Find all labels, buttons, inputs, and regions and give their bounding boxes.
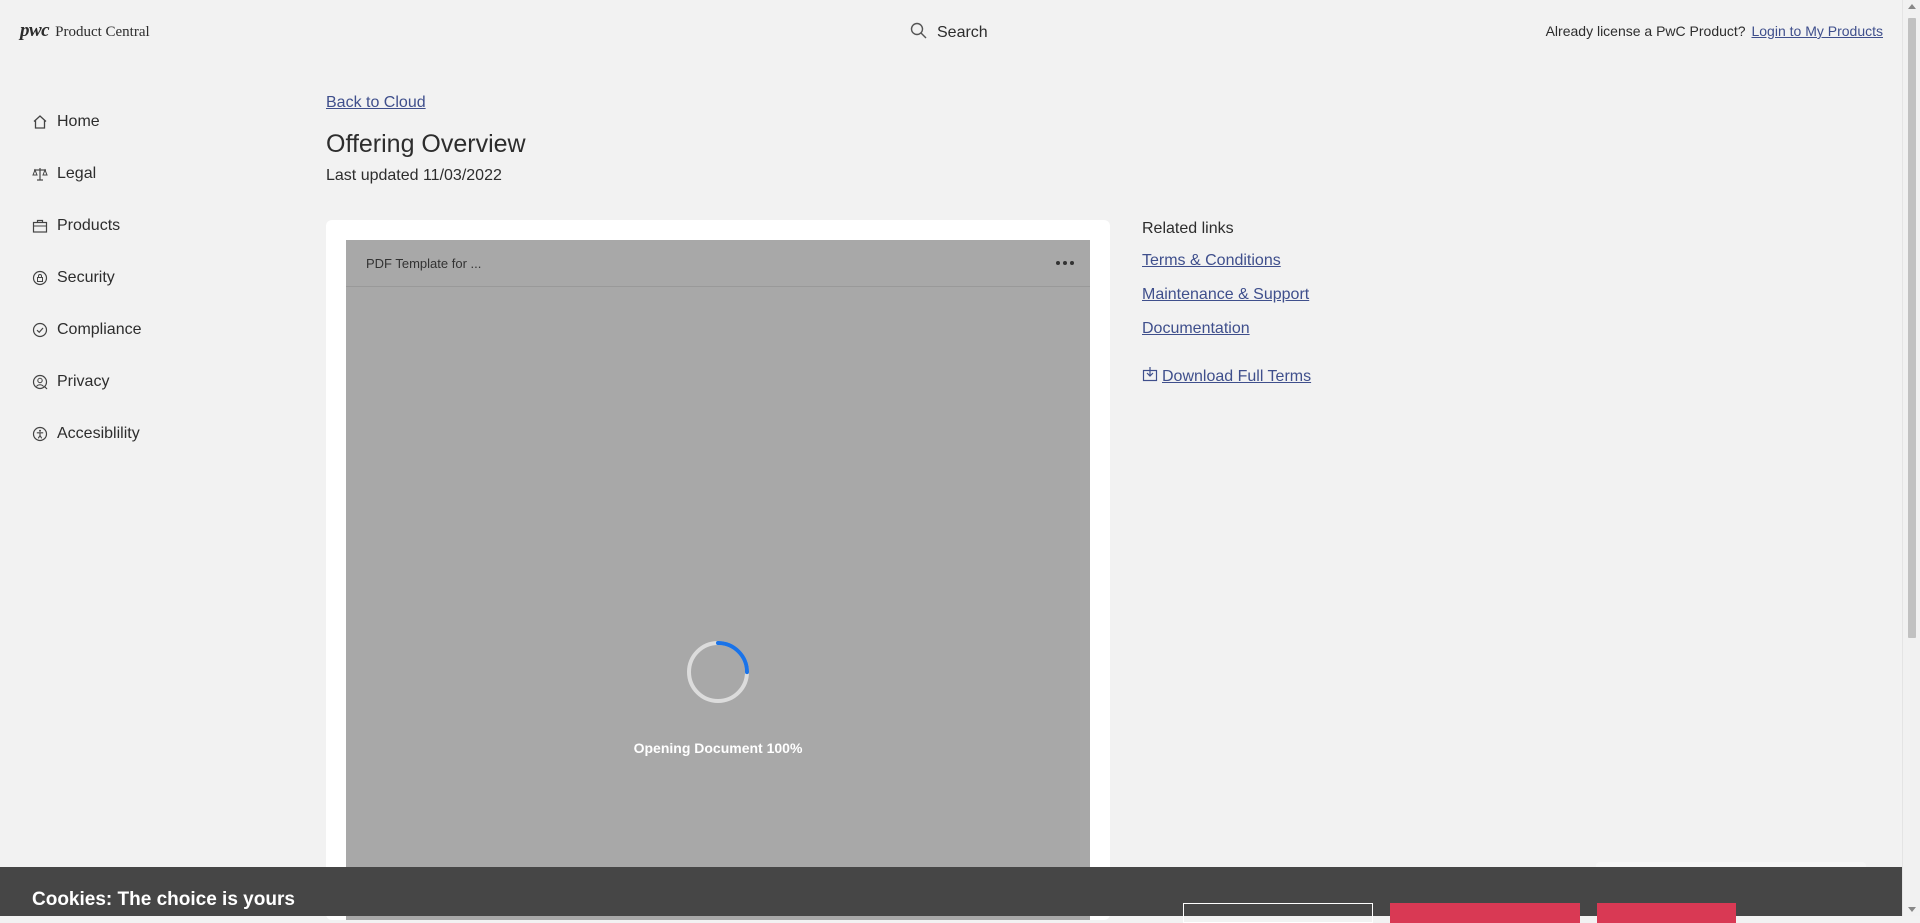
cookie-accept-button[interactable] — [1597, 903, 1736, 923]
download-icon — [1142, 366, 1158, 387]
logo-mark: pwc — [20, 20, 50, 41]
sidebar-item-label: Privacy — [57, 373, 110, 390]
sidebar-nav: Home Legal Products Security Compliance … — [0, 96, 300, 460]
page-title: Offering Overview — [326, 130, 526, 158]
documentation-link[interactable]: Documentation — [1142, 320, 1311, 338]
related-links: Related links Terms & Conditions Mainten… — [1142, 220, 1311, 387]
related-links-title: Related links — [1142, 220, 1234, 237]
accessibility-icon — [31, 426, 48, 443]
scrollbar-thumb[interactable] — [1908, 18, 1916, 638]
download-full-terms-link[interactable]: Download Full Terms — [1162, 368, 1311, 386]
sidebar-item-label: Home — [57, 113, 100, 130]
sidebar-item-legal[interactable]: Legal — [0, 148, 300, 200]
sidebar-item-label: Legal — [57, 165, 97, 182]
search-box[interactable]: Search — [910, 22, 988, 44]
briefcase-icon — [31, 218, 48, 235]
search-icon — [910, 22, 927, 44]
more-options-icon[interactable] — [1056, 261, 1074, 265]
lock-icon — [31, 270, 48, 287]
sidebar-item-label: Security — [57, 269, 115, 286]
scroll-up-arrow-icon[interactable] — [1908, 4, 1916, 9]
back-to-cloud-link[interactable]: Back to Cloud — [326, 94, 426, 112]
loading-status: Opening Document 100% — [633, 740, 803, 756]
cookie-reject-button[interactable] — [1390, 903, 1580, 923]
check-circle-icon — [31, 322, 48, 339]
terms-conditions-link[interactable]: Terms & Conditions — [1142, 252, 1311, 270]
pwc-logo[interactable]: pwc Product Central — [20, 20, 150, 42]
sidebar-item-label: Compliance — [57, 321, 142, 338]
sidebar-item-label: Accesiblility — [57, 425, 140, 442]
search-label: Search — [937, 24, 988, 41]
cookie-banner: Cookies: The choice is yours — [0, 867, 1902, 923]
viewer-toolbar: PDF Template for ... — [346, 240, 1090, 287]
last-updated: Last updated 11/03/2022 — [326, 167, 502, 184]
document-title: PDF Template for ... — [366, 255, 482, 271]
sidebar-item-accessibility[interactable]: Accesiblility — [0, 408, 300, 460]
download-full-terms[interactable]: Download Full Terms — [1142, 366, 1311, 387]
top-header: pwc Product Central Search Already licen… — [0, 0, 1902, 64]
cookie-title: Cookies: The choice is yours — [32, 889, 295, 910]
page-scrollbar[interactable] — [1902, 0, 1920, 916]
scroll-down-arrow-icon[interactable] — [1908, 907, 1916, 912]
logo-text: Product Central — [55, 24, 150, 40]
sidebar-item-compliance[interactable]: Compliance — [0, 304, 300, 356]
scales-icon — [31, 166, 48, 183]
pdf-viewer[interactable]: PDF Template for ... Opening Document 10… — [346, 240, 1090, 920]
license-text: Already license a PwC Product? — [1545, 23, 1746, 39]
sidebar-item-security[interactable]: Security — [0, 252, 300, 304]
loading-spinner — [687, 641, 749, 703]
sidebar-item-home[interactable]: Home — [0, 96, 300, 148]
sidebar-item-label: Products — [57, 217, 121, 234]
sidebar-item-products[interactable]: Products — [0, 200, 300, 252]
sidebar-item-privacy[interactable]: Privacy — [0, 356, 300, 408]
cookie-settings-button[interactable] — [1183, 903, 1373, 923]
login-link[interactable]: Login to My Products — [1751, 23, 1883, 39]
privacy-user-icon — [31, 374, 48, 391]
maintenance-support-link[interactable]: Maintenance & Support — [1142, 286, 1311, 304]
license-prompt: Already license a PwC Product? Login to … — [1546, 23, 1883, 39]
document-viewer-card: PDF Template for ... Opening Document 10… — [326, 220, 1110, 920]
home-icon — [31, 114, 48, 131]
